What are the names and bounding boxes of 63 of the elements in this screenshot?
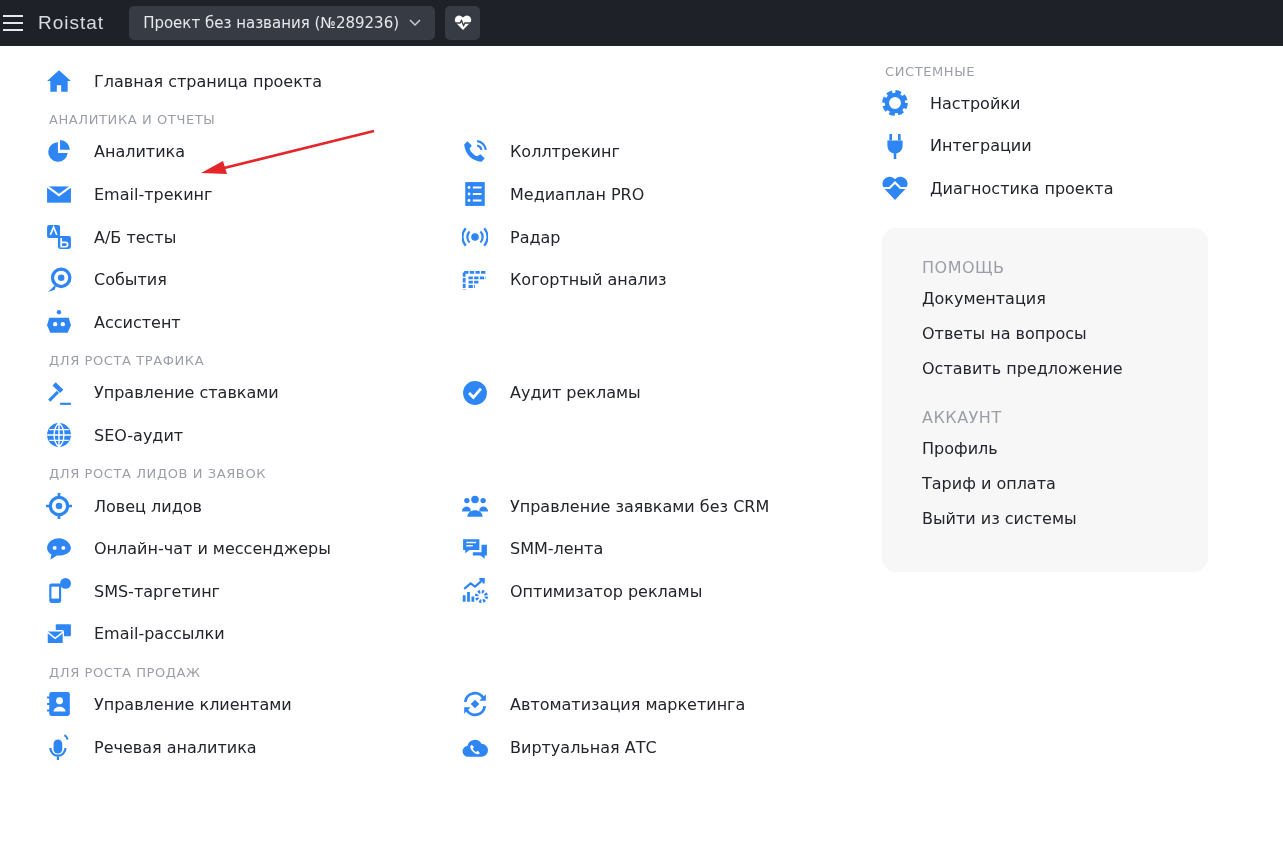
chat-icon <box>46 535 72 562</box>
help-link[interactable]: Документация <box>922 288 1188 324</box>
crosshair-icon <box>46 493 72 520</box>
help-link[interactable]: Тариф и оплата <box>922 473 1188 509</box>
menu-link[interactable]: Диагностика проекта <box>882 167 1208 210</box>
menu-link[interactable]: Речевая аналитика <box>46 725 462 769</box>
logo[interactable]: Roistat <box>38 12 105 34</box>
menu-link[interactable]: SMS-таргетинг <box>46 569 462 613</box>
menu-link[interactable]: Email-трекинг <box>46 173 462 216</box>
home-icon <box>46 68 72 95</box>
phone-icon <box>462 138 488 165</box>
chevron-down-icon <box>409 19 422 27</box>
section-heading: ДЛЯ РОСТА ТРАФИКА <box>49 352 206 371</box>
menu-link[interactable]: Настройки <box>882 82 1208 125</box>
menu-link[interactable]: Управление ставками <box>46 371 462 415</box>
menu-link[interactable]: Аудит рекламы <box>462 371 882 415</box>
people-icon <box>462 493 488 520</box>
globe-icon <box>46 422 72 449</box>
menu-link[interactable]: Ловец лидов <box>46 484 462 528</box>
chart-gear-icon <box>462 578 488 605</box>
menu-link[interactable]: Ассистент <box>46 300 462 344</box>
menu-link[interactable]: Email-рассылки <box>46 612 462 656</box>
help-link[interactable]: Оставить предложение <box>922 358 1188 394</box>
heart-icon <box>882 175 908 202</box>
menu-icon[interactable] <box>3 15 23 31</box>
heart-pulse-icon <box>453 15 472 31</box>
diagnostics-button[interactable] <box>445 6 481 40</box>
menu-link[interactable]: Главная страница проекта <box>46 60 882 103</box>
contact-card-icon <box>46 691 72 718</box>
panel-heading: АККАУНТ <box>922 407 1003 427</box>
menu-link[interactable]: Аналитика <box>46 130 462 174</box>
menu-link[interactable]: Виртуальная АТС <box>462 725 882 769</box>
section-heading: ДЛЯ РОСТА ЛИДОВ И ЗАЯВОК <box>49 465 268 484</box>
menu-link[interactable]: Коллтрекинг <box>462 130 882 174</box>
menu-link[interactable]: Управление клиентами <box>46 683 462 726</box>
smartphone-icon <box>46 578 72 605</box>
menu-link[interactable]: Интеграции <box>882 124 1208 168</box>
pie-icon <box>46 138 72 165</box>
project-selector[interactable]: Проект без названия (№289236) <box>129 6 436 40</box>
menu-link[interactable]: SEO-аудит <box>46 414 462 457</box>
panel-heading: ПОМОЩЬ <box>922 257 1006 277</box>
section-heading: СИСТЕМНЫЕ <box>885 62 977 81</box>
menu-link[interactable]: SMM-лента <box>462 527 882 570</box>
help-link[interactable]: Профиль <box>922 438 1188 474</box>
ab-icon <box>46 224 72 251</box>
checklist-icon <box>462 181 488 208</box>
menu-link[interactable]: Автоматизация маркетинга <box>462 683 882 726</box>
help-link[interactable]: Выйти из системы <box>922 508 1188 544</box>
menu-link[interactable]: Медиаплан PRO <box>462 173 882 216</box>
gear-icon <box>882 90 908 117</box>
menu-link[interactable]: Радар <box>462 215 882 259</box>
help-link[interactable]: Ответы на вопросы <box>922 323 1188 359</box>
cycle-icon <box>462 691 488 718</box>
check-circle-icon <box>462 379 488 406</box>
section-heading: ДЛЯ РОСТА ПРОДАЖ <box>49 663 202 682</box>
menu-link[interactable]: События <box>46 258 462 301</box>
menu-link[interactable]: Когортный анализ <box>462 258 882 301</box>
menu-link[interactable]: А/Б тесты <box>46 215 462 259</box>
menu-link[interactable]: Управление заявками без CRM <box>462 484 882 528</box>
menu-link[interactable]: Онлайн-чат и мессенджеры <box>46 527 462 570</box>
menu-link[interactable]: Оптимизатор рекламы <box>462 569 882 613</box>
robot-icon <box>46 309 72 336</box>
section-heading: АНАЛИТИКА И ОТЧЕТЫ <box>49 111 217 130</box>
